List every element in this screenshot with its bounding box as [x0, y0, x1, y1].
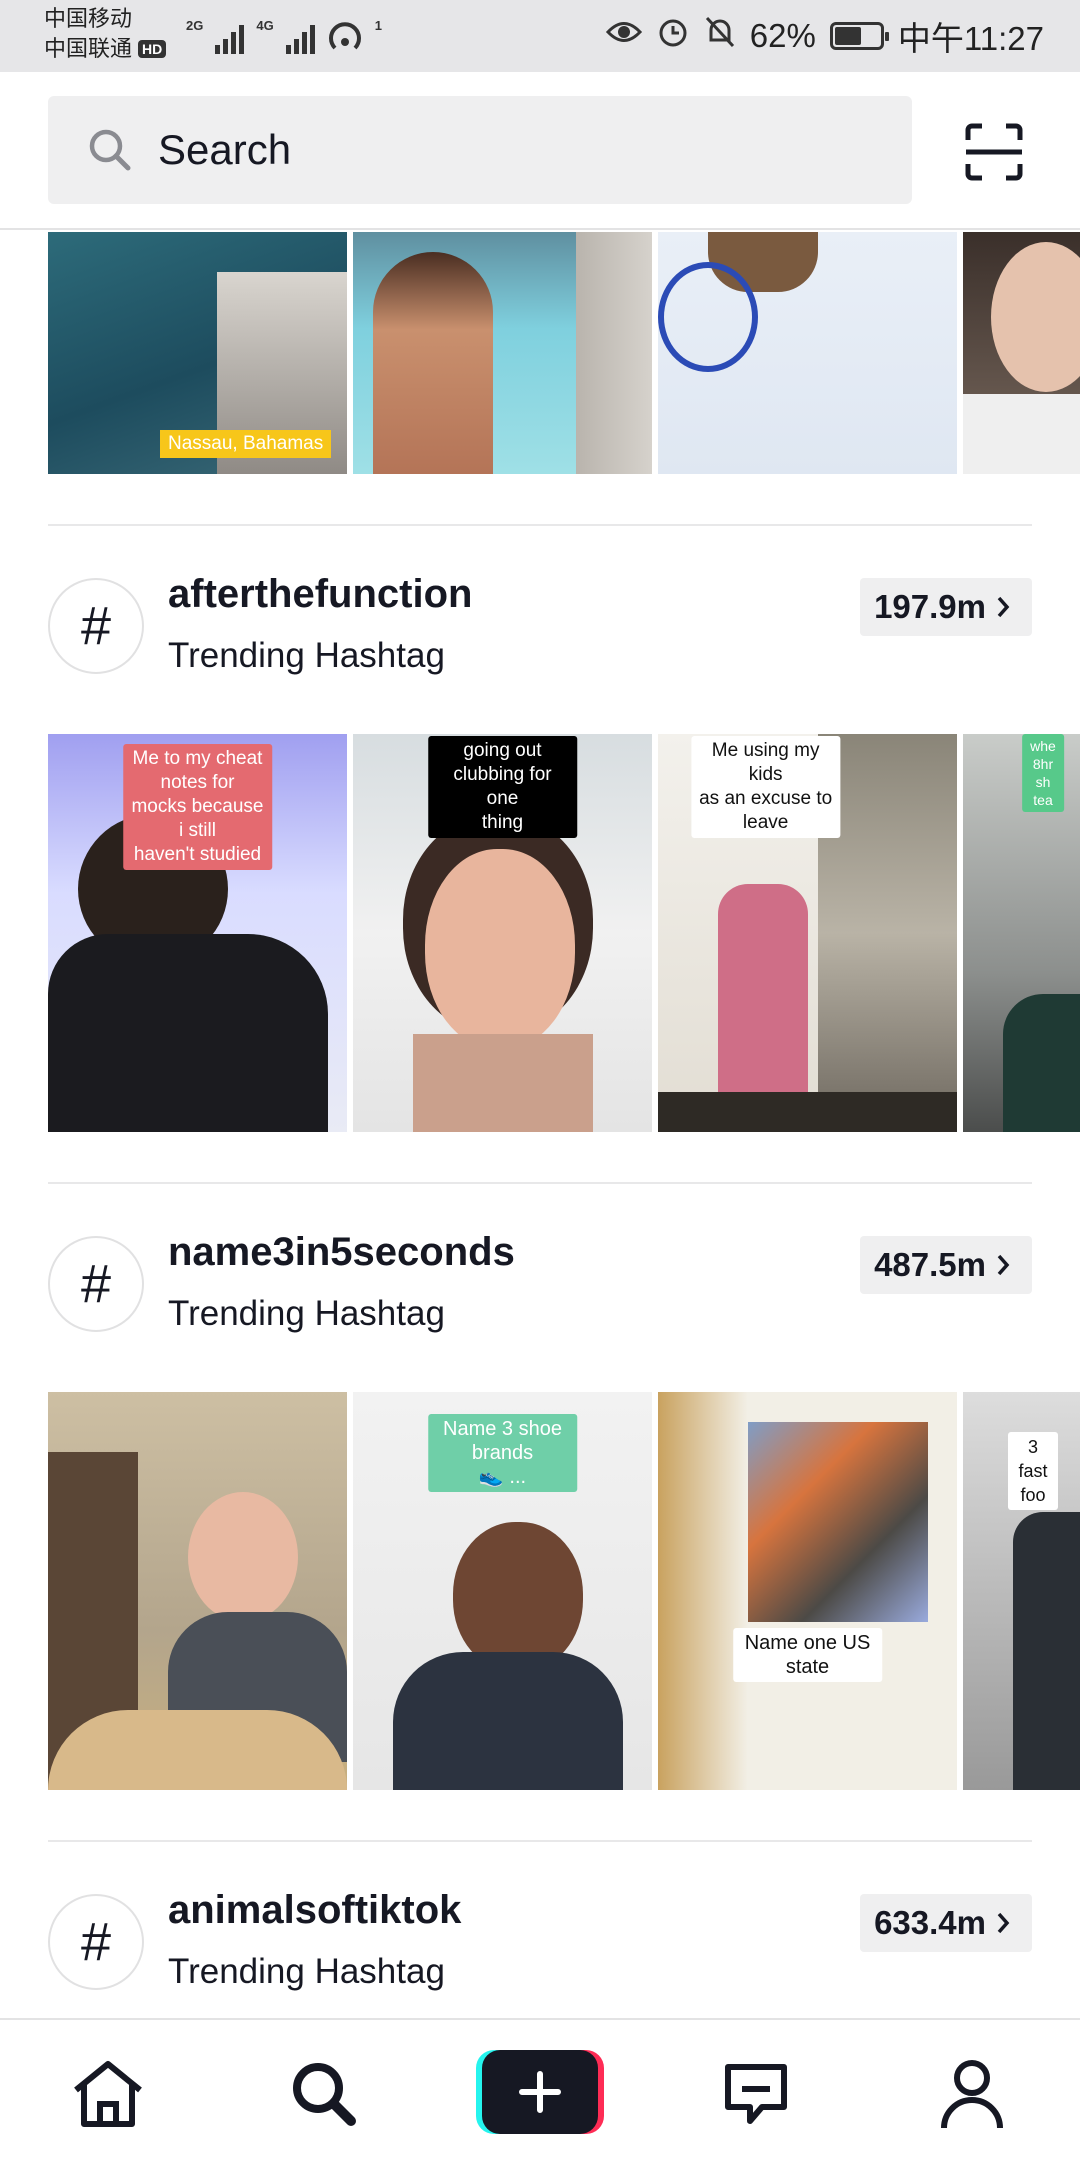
- video-caption: Name one US state: [732, 1628, 883, 1682]
- carrier-2: 中国联通: [44, 36, 133, 61]
- video-thumbnail[interactable]: Name 3 shoe brands 👟 ...: [353, 1392, 652, 1790]
- view-count-badge[interactable]: 487.5m: [860, 1236, 1032, 1294]
- hashtag-header[interactable]: # name3in5seconds Trending Hashtag 487.5…: [0, 1230, 1080, 1350]
- bottom-navigation: [0, 2018, 1080, 2160]
- video-thumbnail[interactable]: [963, 232, 1080, 474]
- inbox-icon: [725, 2064, 787, 2124]
- battery-percent: 62%: [749, 17, 816, 54]
- thumbnail-row-top: Nassau, Bahamas: [48, 232, 1080, 474]
- clock: 中午11:27: [897, 20, 1044, 57]
- battery-icon: [829, 22, 889, 50]
- scan-icon[interactable]: [964, 122, 1024, 182]
- view-count: 197.9m: [874, 588, 986, 625]
- section-divider: [48, 524, 1032, 526]
- view-count-badge[interactable]: 633.4m: [860, 1894, 1032, 1952]
- network-type-2: 4G: [256, 18, 274, 33]
- search-placeholder: Search: [158, 126, 292, 173]
- profile-icon: [941, 2060, 1003, 2129]
- section-divider: [48, 1182, 1032, 1184]
- hashtag-icon: #: [48, 1894, 144, 1990]
- chevron-right-icon: [997, 1254, 1010, 1276]
- location-tag: Nassau, Bahamas: [160, 430, 332, 458]
- nav-profile[interactable]: [934, 2056, 1010, 2132]
- hotspot-icon: [327, 18, 363, 54]
- video-thumbnail[interactable]: Me to my cheat notes for mocks because i…: [48, 734, 347, 1132]
- hashtag-header[interactable]: # afterthefunction Trending Hashtag 197.…: [0, 572, 1080, 692]
- network-type-1: 2G: [186, 18, 204, 33]
- carrier-1: 中国移动: [44, 6, 133, 31]
- video-caption: whe 8hr sh tea: [1022, 734, 1064, 812]
- video-thumbnail[interactable]: going out clubbing for one thing: [353, 734, 652, 1132]
- signal-indicators: 2G 4G 1: [186, 18, 382, 54]
- nav-home[interactable]: [70, 2056, 146, 2132]
- video-thumbnail[interactable]: Me using my kids as an excuse to leave: [658, 734, 957, 1132]
- video-thumbnail[interactable]: [658, 232, 957, 474]
- signal-bars-1-icon: [215, 25, 245, 54]
- create-button-face: [482, 2050, 598, 2134]
- hotspot-count: 1: [374, 18, 382, 33]
- eye-icon: [605, 17, 642, 55]
- video-thumbnail[interactable]: [353, 232, 652, 474]
- search-input[interactable]: Search: [48, 96, 912, 204]
- video-caption: going out clubbing for one thing: [427, 736, 578, 838]
- signal-bars-2-icon: [285, 25, 315, 54]
- hashtag-title: name3in5seconds: [168, 1230, 515, 1274]
- alarm-icon: [656, 15, 690, 57]
- hashtag-subtitle: Trending Hashtag: [168, 1294, 445, 1333]
- carrier-info: 中国移动 中国联通 HD: [44, 4, 167, 64]
- video-caption: Me using my kids as an excuse to leave: [690, 736, 841, 838]
- discover-icon: [293, 2063, 356, 2126]
- hashtag-title: animalsoftiktok: [168, 1888, 462, 1932]
- search-icon: [89, 129, 131, 171]
- video-thumbnail[interactable]: whe 8hr sh tea: [963, 734, 1080, 1132]
- status-bar: 中国移动 中国联通 HD 2G 4G 1 62% 中午11:27: [0, 0, 1080, 72]
- plus-icon: [519, 2071, 561, 2113]
- thumbnail-row: Name 3 shoe brands 👟 ... Name one US sta…: [48, 1392, 1080, 1790]
- hashtag-icon: #: [48, 578, 144, 674]
- nav-create[interactable]: [476, 2050, 604, 2134]
- chevron-right-icon: [997, 596, 1010, 618]
- view-count: 633.4m: [874, 1904, 986, 1941]
- view-count: 487.5m: [874, 1246, 986, 1283]
- hashtag-subtitle: Trending Hashtag: [168, 1952, 445, 1991]
- hashtag-subtitle: Trending Hashtag: [168, 636, 445, 675]
- video-caption: Me to my cheat notes for mocks because i…: [122, 744, 273, 870]
- video-thumbnail[interactable]: 3 fast foo: [963, 1392, 1080, 1790]
- hashtag-title: afterthefunction: [168, 572, 473, 616]
- nav-discover[interactable]: [286, 2056, 362, 2132]
- thumbnail-row: Me to my cheat notes for mocks because i…: [48, 734, 1080, 1132]
- video-caption: Name 3 shoe brands 👟 ...: [427, 1414, 578, 1492]
- hd-badge: HD: [138, 40, 167, 58]
- search-header: Search: [0, 72, 1080, 230]
- mute-bell-icon: [704, 15, 736, 57]
- nav-inbox[interactable]: [718, 2056, 794, 2132]
- video-thumbnail[interactable]: Name one US state: [658, 1392, 957, 1790]
- view-count-badge[interactable]: 197.9m: [860, 578, 1032, 636]
- status-right: 62% 中午11:27: [605, 12, 1044, 60]
- hashtag-icon: #: [48, 1236, 144, 1332]
- chevron-right-icon: [997, 1912, 1010, 1934]
- hashtag-header[interactable]: # animalsoftiktok Trending Hashtag 633.4…: [0, 1888, 1080, 2008]
- home-icon: [74, 2061, 142, 2127]
- battery-fill: [834, 27, 861, 45]
- section-divider: [48, 1840, 1032, 1842]
- video-thumbnail[interactable]: Nassau, Bahamas: [48, 232, 347, 474]
- video-thumbnail[interactable]: [48, 1392, 347, 1790]
- discover-feed: Nassau, Bahamas # afterthefunction Trend…: [0, 232, 1080, 2018]
- video-caption: 3 fast foo: [1008, 1432, 1058, 1510]
